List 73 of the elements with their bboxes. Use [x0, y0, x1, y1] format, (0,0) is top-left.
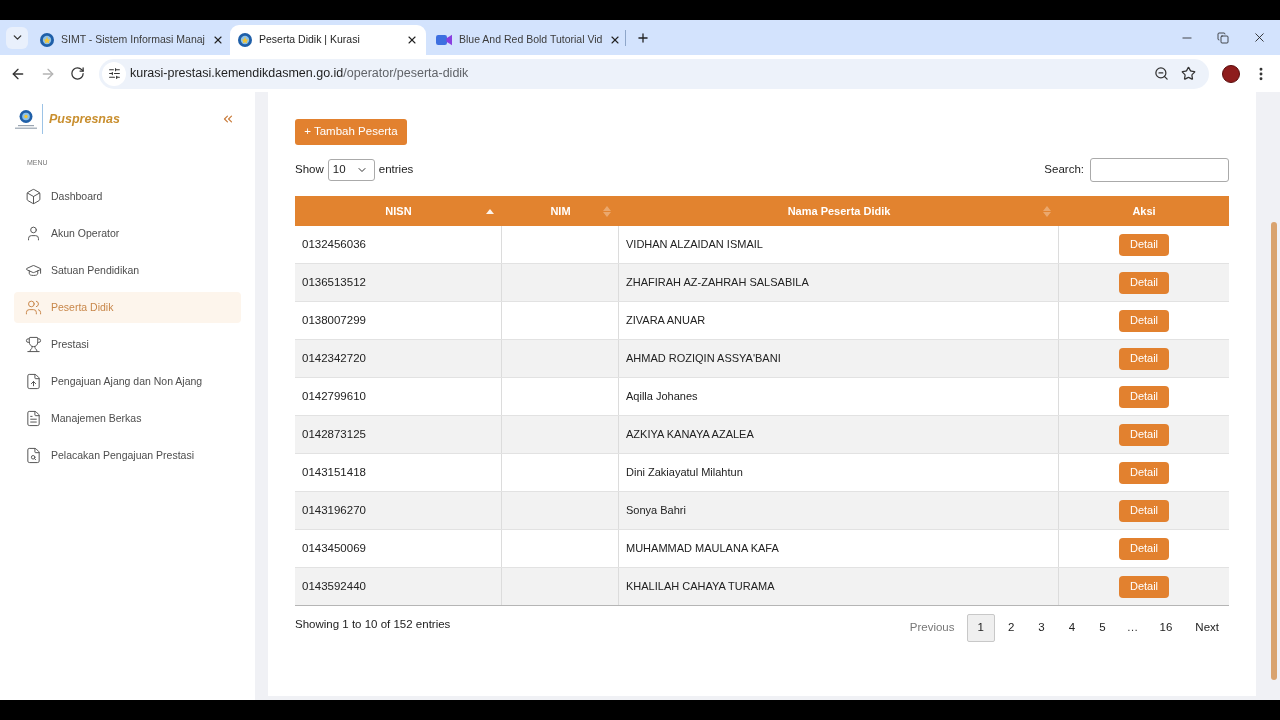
table-cell: 0143450069 — [295, 530, 502, 567]
table-cell: KHALILAH CAHAYA TURAMA — [619, 568, 1059, 605]
column-header: Aksi — [1131, 203, 1157, 219]
sidebar-item[interactable]: Satuan Pendidikan — [14, 255, 241, 286]
sidebar-item[interactable]: Prestasi — [14, 329, 241, 360]
table-cell: Dini Zakiayatul Milahtun — [619, 454, 1059, 491]
cube-icon — [25, 188, 42, 205]
table-cell: VIDHAN ALZAIDAN ISMAIL — [619, 226, 1059, 263]
file-upload-icon — [25, 373, 42, 390]
sidebar-item[interactable]: Akun Operator — [14, 218, 241, 249]
collapse-icon[interactable] — [221, 112, 235, 126]
new-tab-icon[interactable] — [636, 30, 650, 45]
pagination-nav-button[interactable]: Next — [1185, 614, 1229, 642]
table-cell: ZIVARA ANUAR — [619, 302, 1059, 339]
entries-label: entries — [378, 162, 414, 178]
table-cell: AZKIYA KANAYA AZALEA — [619, 416, 1059, 453]
sidebar-item[interactable]: Dashboard — [14, 181, 241, 212]
scrollbar-thumb[interactable] — [1271, 222, 1277, 680]
file-search-icon — [25, 447, 42, 464]
trophy-icon — [25, 336, 42, 353]
search-label: Search: — [1044, 162, 1084, 178]
entries-info: Showing 1 to 10 of 152 entries — [295, 617, 451, 632]
browser-tab[interactable]: Blue And Red Bold Tutorial Vid — [428, 25, 624, 55]
table-cell: 0136513512 — [295, 264, 502, 301]
page-size-select[interactable]: 10 — [327, 159, 375, 181]
star-icon[interactable] — [1181, 66, 1196, 81]
zoom-out-icon[interactable] — [1154, 66, 1169, 81]
table-cell: 0143151418 — [295, 454, 502, 491]
emblem-icon — [238, 33, 252, 47]
close-icon[interactable] — [406, 34, 418, 46]
reload-icon[interactable] — [70, 66, 85, 81]
table-cell: Aqilla Johanes — [619, 378, 1059, 415]
url-text: kurasi-prestasi.kemendikdasmen.go.id/operator/peserta-didik — [130, 65, 469, 83]
graduation-cap-icon — [25, 262, 42, 279]
table-cell: 0132456036 — [295, 226, 502, 263]
table-cell: 0142873125 — [295, 416, 502, 453]
page-button[interactable]: 3 — [1027, 614, 1056, 642]
logo-text: Puspresnas — [49, 110, 120, 128]
page-button[interactable]: 16 — [1148, 614, 1184, 642]
table-cell: 0138007299 — [295, 302, 502, 339]
browser-tab[interactable]: Peserta Didik | Kurasi — [230, 25, 426, 55]
close-icon[interactable] — [1252, 30, 1267, 45]
table-cell: 0143592440 — [295, 568, 502, 605]
page-button[interactable]: 4 — [1057, 614, 1087, 642]
page-button[interactable]: 1 — [966, 614, 995, 642]
video-camera-icon — [436, 34, 452, 46]
page-button[interactable]: 2 — [996, 614, 1026, 642]
page-button[interactable]: 5 — [1088, 614, 1117, 642]
sidebar-item[interactable]: Pengajuan Ajang dan Non Ajang — [14, 366, 241, 397]
table-cell: ZHAFIRAH AZ-ZAHRAH SALSABILA — [619, 264, 1059, 301]
browser-tab[interactable]: SIMT - Sistem Informasi Manaj — [32, 25, 228, 55]
show-label: Show — [295, 162, 324, 178]
table-cell: MUHAMMAD MAULANA KAFA — [619, 530, 1059, 567]
table-cell: 0142342720 — [295, 340, 502, 377]
avatar-icon[interactable] — [1222, 64, 1240, 83]
search-field[interactable] — [1090, 158, 1229, 182]
document-icon — [25, 410, 42, 427]
sliders-icon — [107, 67, 121, 80]
emblem-icon — [40, 33, 54, 47]
pagination-ellipsis: … — [1125, 620, 1140, 636]
table-cell: AHMAD ROZIQIN ASSYA'BANI — [619, 340, 1059, 377]
emblem-icon — [15, 109, 37, 129]
table-cell: 0143196270 — [295, 492, 502, 529]
users-icon — [25, 299, 42, 316]
restore-icon[interactable] — [1217, 31, 1229, 44]
table-cell: Sonya Bahri — [619, 492, 1059, 529]
tab-search-button[interactable] — [6, 26, 28, 49]
table-cell: 0142799610 — [295, 378, 502, 415]
site-info-button[interactable] — [102, 61, 126, 86]
address-bar[interactable]: kurasi-prestasi.kemendikdasmen.go.id/operator/peserta-didik — [99, 58, 1209, 89]
sidebar-item[interactable]: Pelacakan Pengajuan Prestasi — [14, 440, 241, 471]
sidebar-item[interactable]: Manajemen Berkas — [14, 403, 241, 434]
user-icon — [25, 225, 42, 242]
